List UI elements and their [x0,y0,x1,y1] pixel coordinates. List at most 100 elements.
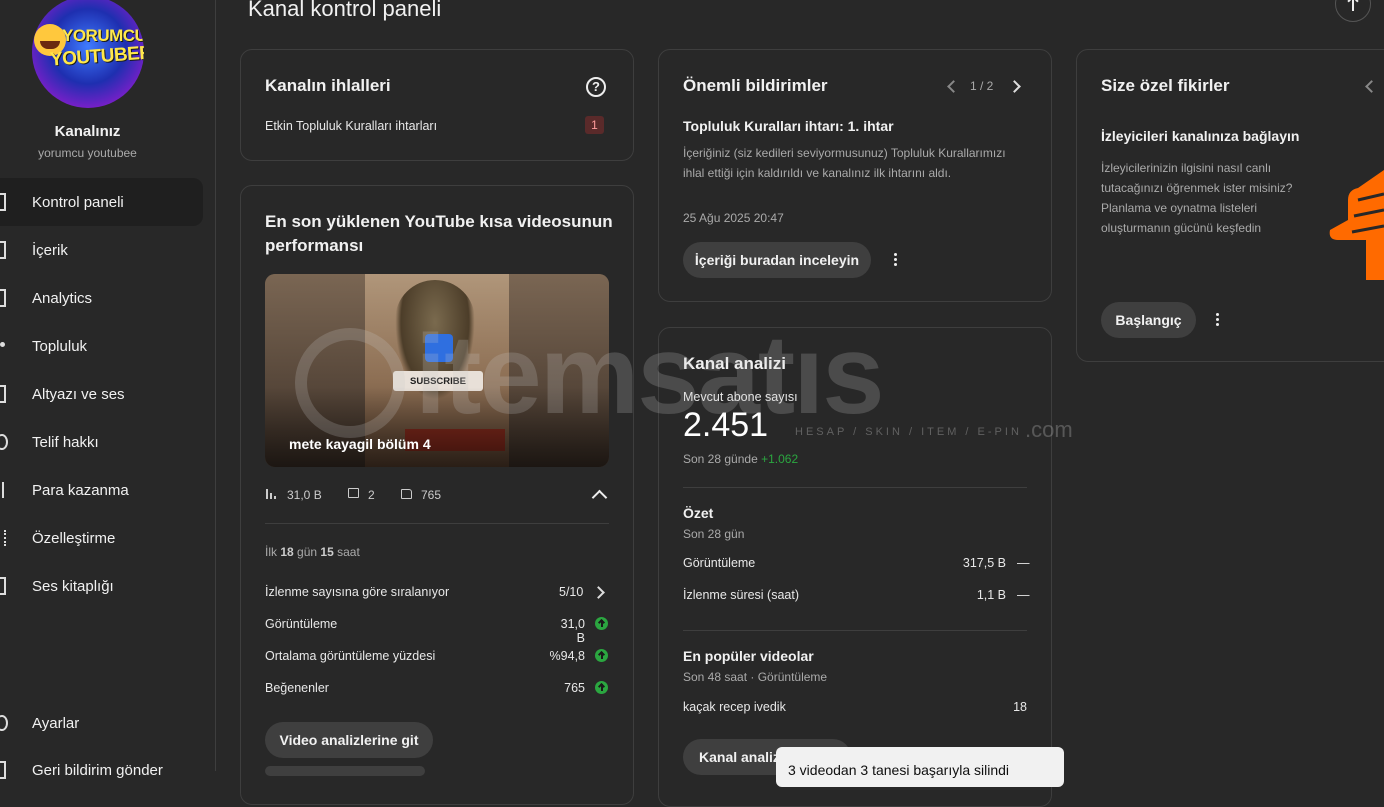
divider [265,523,609,524]
idea-body-3: Planlama ve oynatma listeleri [1101,201,1258,215]
divider [683,487,1027,488]
thumbnail-caption: mete kayagil bölüm 4 [289,436,431,452]
thumbnail-shade [265,387,609,467]
subs-label: Mevcut abone sayısı [683,390,798,404]
subs-period: Son 28 günde +1.062 [683,452,799,466]
video-thumbnail[interactable]: SUBSCRIBE mete kayagil bölüm 4 [265,274,609,467]
help-icon[interactable]: ? [586,77,606,97]
video-analytics-button[interactable]: Video analizlerine git [265,722,433,758]
customization-icon [0,530,6,546]
like-icon [401,489,412,499]
idea-body-4: oluşturmanın gücünü keşfedin [1101,221,1262,235]
bar-chart-icon [266,489,276,499]
rank-value: 5/10 [559,585,584,599]
notification-body-2: ihlal ettiği için kaldırıldı ve kanalını… [683,166,952,180]
summary-period: Son 28 gün [683,527,745,541]
sidebar-item-subtitles[interactable]: Altyazı ve ses [0,370,203,418]
review-content-button[interactable]: İçeriği buradan inceleyin [683,242,871,278]
sidebar-item-label: Özelleştirme [32,529,116,547]
latest-short-title-1: En son yüklenen YouTube kısa videosunun [265,212,613,231]
sidebar-item-label: Para kazanma [32,481,129,499]
comment-icon [348,488,359,498]
summary-value: 317,5 B [962,556,1006,570]
dashboard-icon [0,193,6,211]
latest-short-title-2: performansı [265,236,364,255]
idea-illustration [1329,170,1384,280]
sidebar-item-label: Kontrol paneli [32,193,124,211]
summary-trend: — [1017,588,1030,602]
channel-label: Kanalınız [54,123,121,140]
period-label: İlk 18 gün 15 saat [265,545,360,559]
divider [683,630,1027,631]
sidebar: YORUMCU YOUTUBER Kanalınız yorumcu youtu… [0,0,216,779]
sidebar-item-label: İçerik [32,241,68,259]
audio-library-icon [0,577,6,595]
analytics-title: Kanal analizi [683,354,786,373]
community-icon [0,342,5,347]
trend-up-icon [595,649,608,662]
sidebar-item-label: Telif hakkı [32,433,99,451]
upload-button[interactable] [1335,0,1371,22]
secondary-button[interactable] [265,766,425,776]
start-button[interactable]: Başlangıç [1101,302,1196,338]
stat-label: Görüntüleme [265,617,338,631]
channel-avatar[interactable]: YORUMCU YOUTUBER [32,0,144,108]
violations-row-label[interactable]: Etkin Topluluk Kuralları ihtarları [265,119,437,133]
idea-title: İzleyicileri kanalınıza bağlayın [1101,128,1300,144]
more-options-icon[interactable] [1216,313,1220,327]
sidebar-item-label: Altyazı ve ses [32,385,125,403]
sidebar-item-feedback[interactable]: Geri bildirim gönder [0,746,203,794]
ideas-title: Size özel fikirler [1101,76,1230,95]
more-options-icon[interactable] [894,253,898,267]
violations-card [240,49,634,161]
subs-value: 2.451 [683,406,769,444]
sidebar-item-copyright[interactable]: Telif hakkı [0,418,203,466]
sidebar-item-label: Geri bildirim gönder [32,761,163,779]
sidebar-item-label: Topluluk [32,337,88,355]
likes-count: 765 [421,488,442,502]
sidebar-item-audio-library[interactable]: Ses kitaplığı [0,562,203,610]
feedback-icon [0,761,6,779]
sidebar-item-customization[interactable]: Özelleştirme [0,514,203,562]
rank-label: İzlenme sayısına göre sıralanıyor [265,585,450,599]
sidebar-item-label: Analytics [32,289,93,307]
stat-label: Beğenenler [265,681,329,695]
violations-title: Kanalın ihlalleri [265,76,391,95]
idea-body-2: tutacağınızı öğrenmek ister misiniz? [1101,181,1293,195]
gear-icon [0,715,8,731]
monetization-icon [0,482,4,498]
sidebar-item-label: Ses kitaplığı [32,577,114,595]
sidebar-item-settings[interactable]: Ayarlar [0,699,203,747]
top-videos-title: En popüler videolar [683,648,814,664]
copyright-icon [0,434,8,450]
views-count: 31,0 B [287,488,322,502]
notification-body-1: İçeriğiniz (siz kedileri seviyormusunuz)… [683,146,1006,160]
trend-up-icon [595,681,608,694]
comments-count: 2 [368,488,375,502]
thumbs-up-icon [425,334,453,362]
summary-value: 1,1 B [976,588,1006,602]
notification-date: 25 Ağu 2025 20:47 [683,211,784,225]
snackbar-toast: 3 videodan 3 tanesi başarıyla silindi [776,747,1064,787]
top-video-title[interactable]: kaçak recep ivedik [683,700,786,714]
summary-trend: — [1017,556,1030,570]
stat-value: 765 [564,681,585,695]
sidebar-item-dashboard[interactable]: Kontrol paneli [0,178,203,226]
analytics-icon [0,289,6,307]
content-icon [0,241,6,259]
summary-label: Görüntüleme [683,556,756,570]
top-videos-period: Son 48 saat · Görüntüleme [683,670,828,684]
sidebar-item-label: Ayarlar [32,714,80,732]
channel-handle: yorumcu youtubee [38,146,137,160]
idea-body-1: İzleyicilerinizin ilgisini nasıl canlı [1101,161,1272,175]
stat-value: 31,0 B [560,617,585,645]
notifications-title: Önemli bildirimler [683,76,828,95]
sidebar-item-monetization[interactable]: Para kazanma [0,466,203,514]
sidebar-item-community[interactable]: Topluluk [0,322,203,370]
sidebar-item-analytics[interactable]: Analytics [0,274,203,322]
pager-label: 1 / 2 [970,79,994,93]
summary-title: Özet [683,505,714,521]
page-title: Kanal kontrol paneli [248,0,442,21]
sidebar-item-content[interactable]: İçerik [0,226,203,274]
stat-label: Ortalama görüntüleme yüzdesi [265,649,436,663]
